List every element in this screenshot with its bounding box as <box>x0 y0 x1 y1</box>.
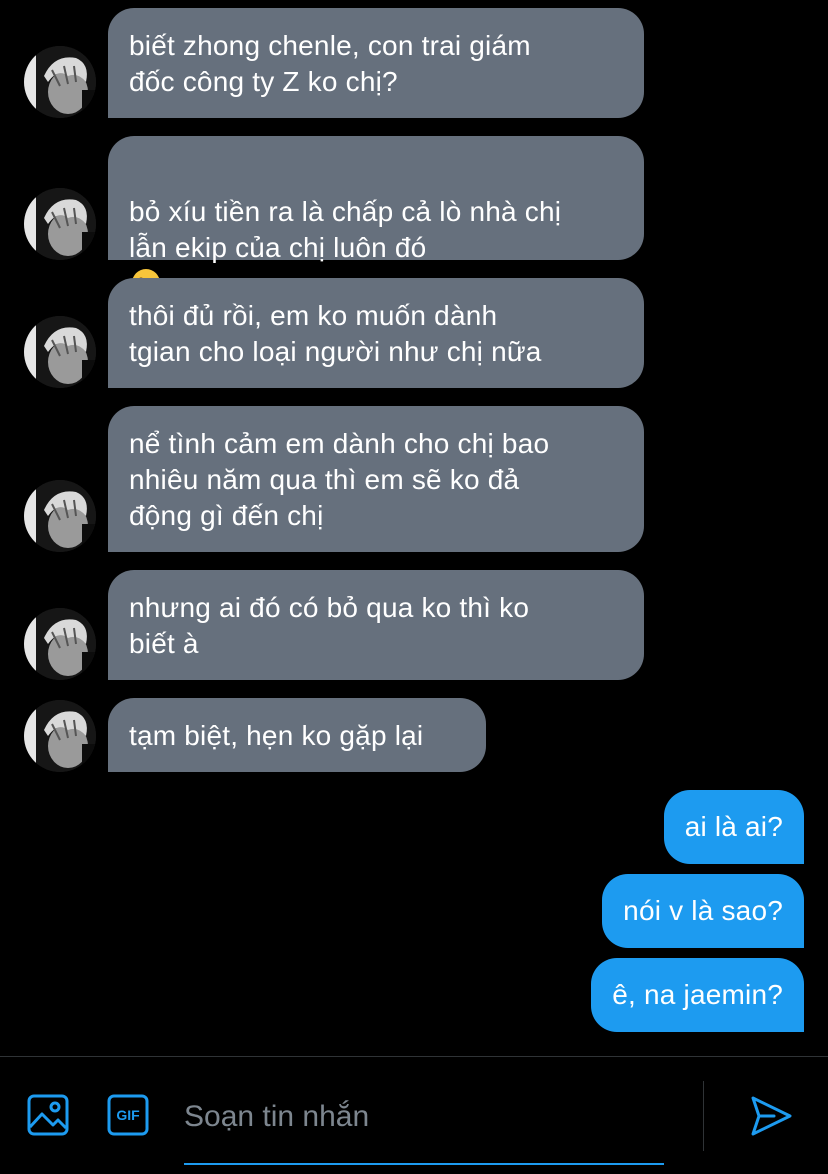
avatar[interactable] <box>24 316 96 388</box>
composer-divider <box>703 1081 704 1151</box>
avatar[interactable] <box>24 608 96 680</box>
avatar-photo <box>24 46 96 118</box>
send-icon <box>751 1096 792 1136</box>
avatar-photo <box>24 188 96 260</box>
avatar[interactable] <box>24 480 96 552</box>
message-bubble[interactable]: bỏ xíu tiền ra là chấp cả lò nhà chị lẫn… <box>108 136 644 297</box>
avatar-photo <box>24 316 96 388</box>
message-input-container <box>184 1087 664 1165</box>
message-bubble[interactable]: biết zhong chenle, con trai giám đốc côn… <box>108 8 644 118</box>
add-gif-button[interactable]: GIF <box>106 1093 150 1137</box>
message-composer: GIF <box>0 1056 828 1174</box>
avatar[interactable] <box>24 188 96 260</box>
message-bubble-outgoing[interactable]: ai là ai? <box>663 790 804 864</box>
image-icon <box>27 1094 69 1136</box>
avatar-photo <box>24 700 96 772</box>
avatar-photo <box>24 480 96 552</box>
message-bubble[interactable]: thôi đủ rồi, em ko muốn dành tgian cho l… <box>108 278 644 388</box>
message-bubble[interactable]: tạm biệt, hẹn ko gặp lại <box>108 698 486 772</box>
message-bubble-outgoing[interactable]: nói v là sao? <box>602 874 804 948</box>
message-bubble[interactable]: nể tình cảm em dành cho chị bao nhiêu nă… <box>108 406 644 552</box>
avatar-photo <box>24 608 96 680</box>
message-bubble-outgoing[interactable]: ê, na jaemin? <box>591 958 804 1032</box>
add-photo-button[interactable] <box>26 1093 70 1137</box>
message-thread[interactable]: biết zhong chenle, con trai giám đốc côn… <box>0 0 828 1056</box>
avatar[interactable] <box>24 46 96 118</box>
message-bubble[interactable]: nhưng ai đó có bỏ qua ko thì ko biết à <box>108 570 644 680</box>
avatar[interactable] <box>24 700 96 772</box>
message-input[interactable] <box>184 1091 654 1143</box>
send-button[interactable] <box>748 1093 794 1139</box>
message-text: bỏ xíu tiền ra là chấp cả lò nhà chị lẫn… <box>129 196 562 263</box>
gif-label: GIF <box>116 1107 140 1123</box>
